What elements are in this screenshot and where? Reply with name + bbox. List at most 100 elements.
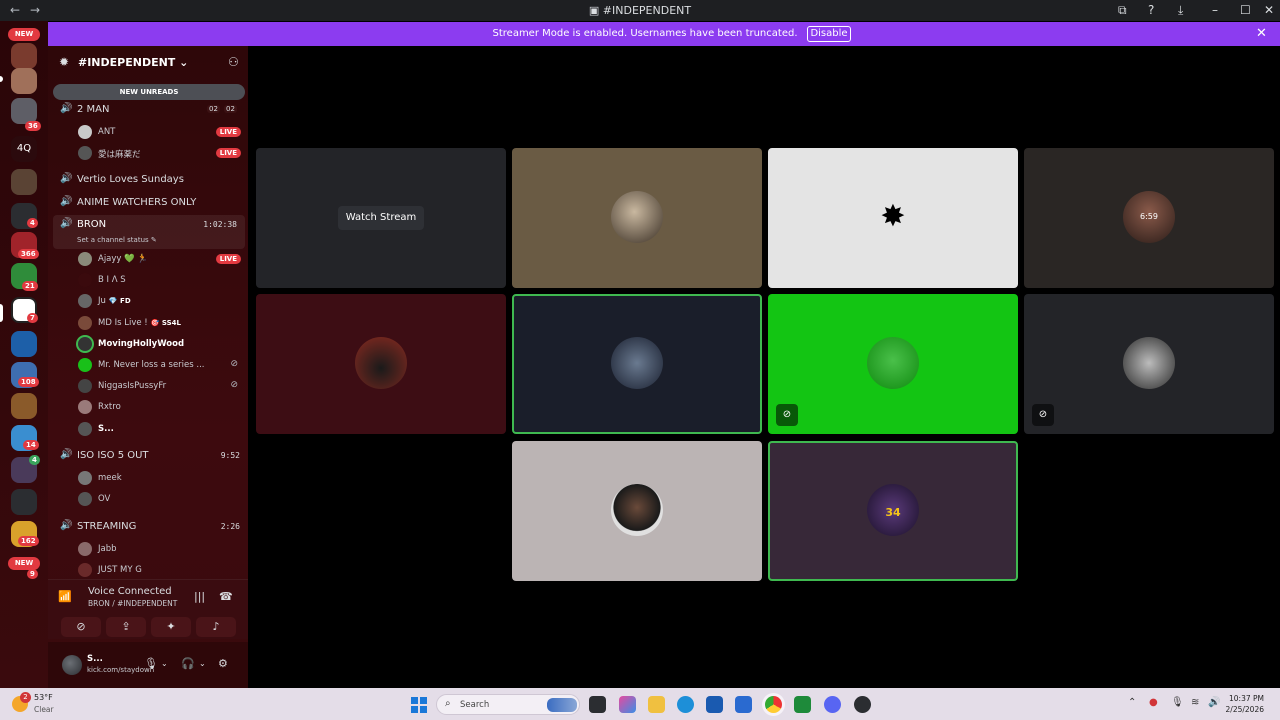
mention-badge: 36 (25, 121, 41, 131)
share-screen-button[interactable]: ⇪ (106, 617, 146, 637)
voice-member[interactable]: Rxtro (48, 397, 248, 417)
camera-off-button[interactable]: ⊘ (61, 617, 101, 637)
new-servers-pill[interactable]: NEW (8, 28, 40, 41)
voice-member[interactable]: Ju 💎 FD (48, 291, 248, 311)
store-icon[interactable] (706, 696, 723, 713)
participant-tile[interactable]: ✸ (768, 148, 1018, 288)
new-servers-pill[interactable]: NEW (8, 557, 40, 570)
channel-status[interactable]: Set a channel status ✎ (77, 236, 157, 244)
voice-member[interactable]: OV (48, 489, 248, 509)
voice-channel-streaming[interactable]: 🔊 STREAMING 2:26 (48, 517, 248, 537)
chevron-down-icon[interactable]: ⌄ (199, 659, 206, 668)
voice-member[interactable]: JUST MY G (48, 560, 248, 580)
mention-badge: 21 (22, 281, 38, 291)
voice-member-speaking[interactable]: MovingHollyWood (48, 334, 248, 354)
participant-tile[interactable]: ⊘ (768, 294, 1018, 434)
user-avatar[interactable] (62, 655, 82, 675)
volume-icon[interactable]: 🔊 (1208, 697, 1220, 708)
voice-member[interactable]: S... (48, 419, 248, 439)
system-clock[interactable]: 10:37 PM 2/25/2026 (1222, 693, 1264, 715)
participant-tile-speaking[interactable] (512, 294, 762, 434)
server-icon[interactable] (11, 331, 37, 357)
voice-member[interactable]: ANT LIVE (48, 122, 248, 142)
edge-icon[interactable] (677, 696, 694, 713)
voice-member[interactable]: NiggasIsPussyFr ⊘ (48, 376, 248, 396)
chevron-down-icon[interactable]: ⌄ (161, 659, 168, 668)
headphones-icon[interactable]: 🎧 (181, 657, 195, 670)
weather-condition[interactable]: Clear (34, 705, 54, 714)
channel-name: 2 MAN (77, 104, 110, 115)
disable-streamer-mode-button[interactable]: Disable (807, 26, 851, 42)
user-name[interactable]: S... (87, 654, 103, 664)
voice-location[interactable]: BRON / #INDEPENDENT (88, 599, 177, 608)
new-unreads-bar[interactable]: NEW UNREADS (53, 84, 245, 100)
soundboard-button[interactable]: ♪ (196, 617, 236, 637)
maximize-icon[interactable]: ☐ (1240, 3, 1251, 17)
copilot-icon[interactable] (619, 696, 636, 713)
minimize-icon[interactable]: – (1212, 3, 1218, 17)
activities-button[interactable]: ✦ (151, 617, 191, 637)
channel-name: Vertio Loves Sundays (77, 174, 184, 185)
chevron-up-icon[interactable]: ⌃ (1128, 697, 1136, 708)
voice-member[interactable]: 愛は麻薬だ LIVE (48, 143, 248, 163)
invite-people-icon[interactable]: ⚇ (228, 55, 239, 69)
microphone-icon[interactable]: 🎙 (1171, 697, 1184, 708)
voice-member[interactable]: MD Is Live ! 🎯 SS4L (48, 313, 248, 333)
tray-app-icon[interactable]: ● (1149, 697, 1158, 708)
server-icon[interactable] (11, 489, 37, 515)
server-icon[interactable] (11, 68, 37, 94)
signal-icon[interactable]: 📶 (58, 590, 72, 603)
banner-close-icon[interactable]: ✕ (1256, 26, 1267, 41)
voice-channel-vertio[interactable]: 🔊 Vertio Loves Sundays (48, 170, 248, 190)
voice-channel-2man[interactable]: 🔊 2 MAN 02 02 (48, 100, 248, 120)
participant-tile[interactable] (512, 148, 762, 288)
task-view-icon[interactable] (589, 696, 606, 713)
participant-tile[interactable]: 6:59 (1024, 148, 1274, 288)
temperature[interactable]: 53°F (34, 693, 53, 702)
windows-start-icon[interactable] (411, 697, 427, 713)
voice-channel-anime[interactable]: 🔊 ANIME WATCHERS ONLY (48, 193, 248, 213)
server-icon[interactable] (11, 169, 37, 195)
server-4q[interactable]: 4Q (11, 136, 37, 162)
guild-header[interactable]: ✹ #INDEPENDENT ⌄ ⚇ (48, 46, 248, 80)
settings-gear-icon[interactable]: ⚙ (218, 657, 228, 670)
participant-tile[interactable] (512, 441, 762, 581)
chrome-icon[interactable] (765, 696, 782, 713)
microphone-icon[interactable]: 🎙 (144, 657, 158, 670)
stream-tile[interactable]: Watch Stream (256, 148, 506, 288)
discord-icon[interactable] (824, 696, 841, 713)
taskbar-search[interactable]: ⌕ Search (436, 694, 580, 715)
selected-server-indicator (0, 304, 3, 322)
title-bar: ← → ▣ #INDEPENDENT ⧉ ? ⤓ – ☐ ✕ (0, 0, 1280, 21)
outlook-icon[interactable] (735, 696, 752, 713)
noise-suppression-icon[interactable]: ||| (194, 590, 205, 603)
disconnect-icon[interactable]: ☎ (219, 590, 233, 603)
server-icon[interactable] (11, 393, 37, 419)
speaker-icon: 🔊 (60, 173, 73, 184)
download-icon[interactable]: ⤓ (1178, 3, 1183, 18)
voice-status[interactable]: Voice Connected (88, 586, 172, 597)
voice-member[interactable]: Jabb (48, 539, 248, 559)
watch-stream-button[interactable]: Watch Stream (338, 206, 424, 230)
file-explorer-icon[interactable] (648, 696, 665, 713)
inbox-icon[interactable]: ⧉ (1118, 3, 1127, 18)
voice-member[interactable]: B I Λ S (48, 270, 248, 290)
guild-name[interactable]: #INDEPENDENT ⌄ (78, 56, 188, 69)
voice-channel-iso[interactable]: 🔊 ISO ISO 5 OUT 9:52 (48, 446, 248, 466)
close-window-icon[interactable]: ✕ (1264, 3, 1274, 17)
help-icon[interactable]: ? (1148, 3, 1154, 17)
voice-channel-bron[interactable]: 🔊 BRON 1:02:38 Set a channel status ✎ (53, 215, 245, 249)
server-icon[interactable] (11, 43, 37, 69)
wifi-icon[interactable]: ≋ (1191, 697, 1199, 708)
avatar (78, 125, 92, 139)
participant-tile[interactable]: ⊘ (1024, 294, 1274, 434)
app-icon[interactable] (854, 696, 871, 713)
participant-avatar: 6:59 (1123, 191, 1175, 243)
server-rail: NEW 36 4Q 4 366 21 7 108 14 4 162 NEW 9 (0, 21, 48, 688)
voice-member[interactable]: meek (48, 468, 248, 488)
app-icon[interactable] (794, 696, 811, 713)
participant-tile-speaking[interactable]: 34 (768, 441, 1018, 581)
voice-member[interactable]: Ajayy 💚 🏃 LIVE (48, 249, 248, 269)
voice-member[interactable]: Mr. Never loss a series ... ⊘ (48, 355, 248, 375)
participant-tile[interactable] (256, 294, 506, 434)
